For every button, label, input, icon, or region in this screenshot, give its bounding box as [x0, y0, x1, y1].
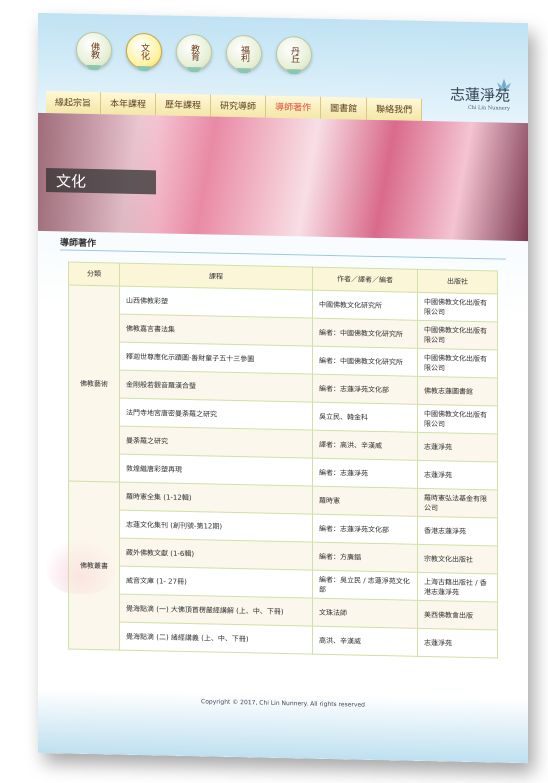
author-cell: 編者：中國佛教文化研究所 — [312, 318, 418, 349]
divider — [60, 249, 506, 260]
works-table: 分類 課程 作者／譯者／編者 出版社 佛教藝術 山西佛教彩塑 中國佛教文化研究所… — [68, 261, 498, 658]
publisher-cell: 中國佛教文化出版有限公司 — [417, 348, 498, 378]
author-cell: 編者：方廣錩 — [312, 542, 418, 573]
menu-item-tutors[interactable]: 研究導師 — [211, 94, 267, 118]
top-nav-item-other[interactable]: 丹丘 — [276, 35, 312, 75]
author-cell: 吳立民、韓金科 — [312, 402, 418, 433]
category-cell: 佛教藝術 — [68, 285, 120, 483]
publisher-cell: 美西佛教會出版 — [417, 600, 498, 630]
title-cell: 威音文庫 (1- 27冊) — [119, 566, 313, 599]
author-cell: 編者：志蓮淨苑文化部 — [312, 514, 418, 545]
title-cell: 曼荼羅之研究 — [119, 426, 313, 459]
category-cell: 佛教叢書 — [68, 481, 120, 651]
lotus-icon — [187, 66, 201, 73]
top-nav-item-culture[interactable]: 文化 — [126, 32, 162, 72]
publisher-cell: 中國佛教文化出版有限公司 — [417, 404, 498, 434]
title-cell: 山西佛教彩塑 — [119, 286, 313, 319]
footer: Copyright © 2017, Chi Lin Nunnery. All r… — [38, 688, 528, 764]
menu-item-library[interactable]: 圖書館 — [321, 96, 368, 120]
publisher-cell: 上海古籍出版社 / 香港志蓮淨苑 — [417, 572, 498, 602]
header-category: 分類 — [68, 262, 120, 287]
header-publisher: 出版社 — [417, 269, 498, 294]
title-cell: 敦煌繼唐彩塑再現 — [119, 454, 313, 487]
lotus-icon — [287, 69, 301, 75]
title-cell: 覺海點滴 (二) 諸經講義 (上、中、下冊) — [119, 622, 313, 655]
author-cell: 編者：中國佛教文化研究所 — [312, 346, 418, 377]
author-cell: 中國佛教文化研究所 — [312, 290, 418, 321]
title-cell: 覺海點滴 (一) 大佛頂首楞嚴經講解 (上、中、下冊) — [119, 594, 313, 627]
nav-circle-icon: 丹丘 — [276, 35, 312, 73]
menu-item-tutor-works[interactable]: 導師著作 — [266, 95, 322, 119]
menu-item-contact[interactable]: 聯絡我們 — [367, 97, 423, 121]
header: 佛教 文化 教育 福利 丹丘 志蓮淨苑 Chi Lin Nunnery 緣起宗旨… — [38, 12, 528, 124]
nav-circle-icon: 文化 — [126, 32, 162, 70]
publisher-cell: 羅時憲弘法基金有限公司 — [417, 488, 498, 518]
nav-circle-icon: 教育 — [176, 33, 212, 71]
publisher-cell: 中國佛教文化出版有限公司 — [417, 292, 498, 322]
title-cell: 佛教嘉言書法集 — [119, 314, 313, 347]
copyright-text: Copyright © 2017, Chi Lin Nunnery. All r… — [201, 698, 365, 709]
title-cell: 志蓮文化集刊 (創刊號-第12期) — [119, 510, 313, 543]
publisher-cell: 志蓮淨苑 — [417, 432, 498, 462]
lotus-icon — [87, 64, 101, 71]
nav-circle-icon: 福利 — [226, 34, 262, 72]
title-cell: 羅時憲全集 (1-12輯) — [119, 482, 313, 515]
author-cell: 文珠法師 — [312, 598, 418, 629]
publisher-cell: 志蓮淨苑 — [417, 628, 498, 658]
lotus-banner: 文化 — [38, 112, 528, 242]
publisher-cell: 佛教志蓮圖書館 — [417, 376, 498, 406]
author-cell: 編者：志蓮淨苑文化部 — [312, 374, 418, 405]
top-nav-item-buddhism[interactable]: 佛教 — [76, 31, 112, 71]
top-nav-item-welfare[interactable]: 福利 — [226, 34, 262, 74]
title-cell: 金剛般若觀音羅漢合璧 — [119, 370, 313, 403]
lotus-icon — [237, 68, 251, 74]
publisher-cell: 志蓮淨苑 — [417, 460, 498, 490]
section-title: 導師著作 — [60, 238, 97, 250]
author-cell: 譯者：高洪、辛漢威 — [312, 430, 418, 461]
menu-item-origin[interactable]: 緣起宗旨 — [46, 91, 102, 115]
title-cell: 釋迦世尊應化示蹟圖·善財童子五十三參圖 — [119, 342, 313, 375]
title-cell: 法門寺地宮唐密曼荼羅之研究 — [119, 398, 313, 431]
publisher-cell: 中國佛教文化出版有限公司 — [417, 320, 498, 350]
menu-item-current-courses[interactable]: 本年課程 — [101, 92, 157, 116]
banner-title: 文化 — [46, 168, 156, 195]
author-cell: 編者：志蓮淨苑 — [312, 458, 418, 489]
menu-item-past-courses[interactable]: 歷年課程 — [156, 93, 212, 117]
top-nav-item-education[interactable]: 教育 — [176, 33, 212, 73]
lotus-icon — [137, 65, 151, 72]
page-sheet: 佛教 文化 教育 福利 丹丘 志蓮淨苑 Chi Lin Nunnery 緣起宗旨… — [38, 12, 528, 764]
nav-circle-icon: 佛教 — [76, 31, 112, 69]
publisher-cell: 宗教文化出版社 — [417, 544, 498, 574]
publisher-cell: 香港志蓮淨苑 — [417, 516, 498, 546]
top-nav: 佛教 文化 教育 福利 丹丘 — [76, 31, 312, 75]
title-cell: 藏外佛教文獻 (1-6輯) — [119, 538, 313, 571]
author-cell: 羅時憲 — [312, 486, 418, 517]
author-cell: 高洪、辛漢威 — [312, 626, 418, 657]
author-cell: 編者：吳立民 / 志蓮淨苑文化部 — [312, 570, 418, 601]
header-author: 作者／譯者／編者 — [312, 267, 418, 293]
